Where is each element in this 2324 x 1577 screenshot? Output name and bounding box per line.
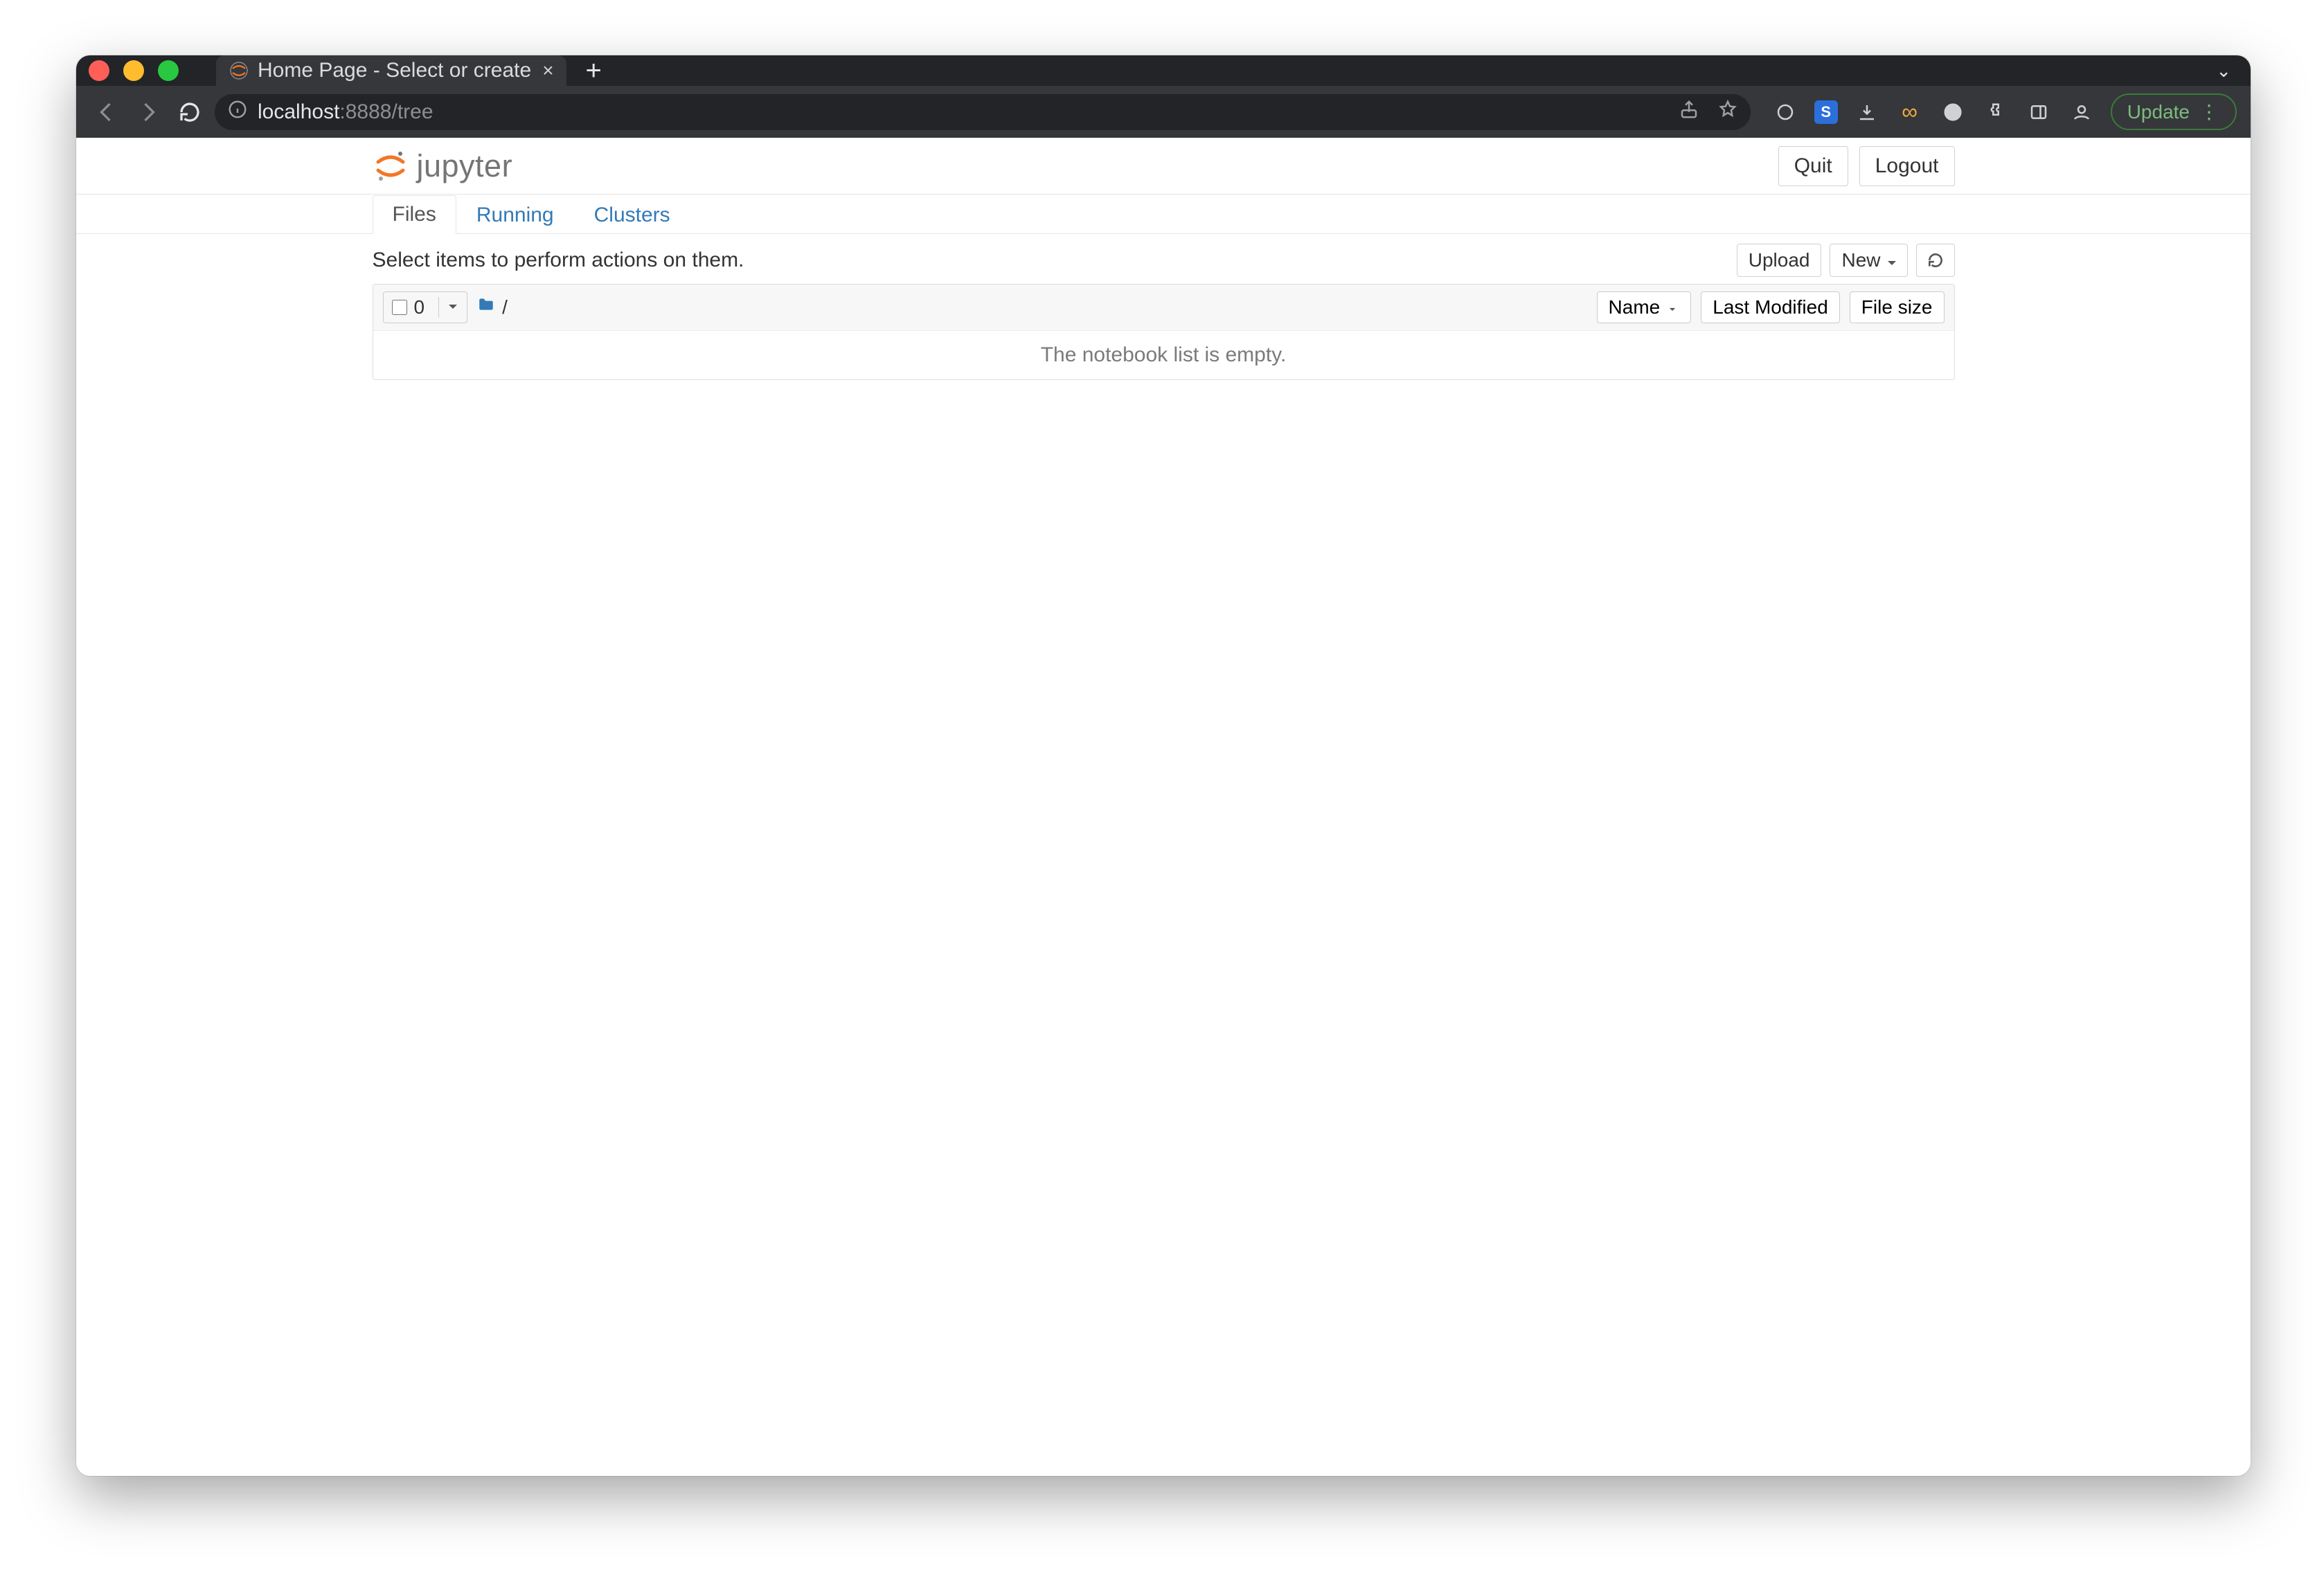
jupyter-header: jupyter Quit Logout [76, 138, 2251, 195]
file-list-header: 0 / Name [373, 285, 1954, 330]
browser-window: Home Page - Select or create × + ⌄ local… [76, 55, 2251, 1476]
url-text: localhost:8888/tree [258, 100, 433, 124]
close-tab-icon[interactable]: × [539, 61, 556, 80]
sort-size-label: File size [1861, 296, 1933, 318]
select-all-control[interactable]: 0 [383, 291, 468, 323]
tabs-menu-icon[interactable]: ⌄ [2216, 60, 2231, 82]
extension-icons: S ∞ Update ⋮ [1771, 93, 2237, 130]
new-tab-button[interactable]: + [586, 57, 602, 84]
quit-button[interactable]: Quit [1778, 146, 1848, 186]
browser-toolbar: localhost:8888/tree S ∞ Update ⋮ [76, 86, 2251, 138]
jupyter-logo[interactable]: jupyter [373, 148, 513, 184]
jupyter-logo-icon [373, 148, 409, 184]
maximize-window-icon[interactable] [158, 60, 179, 81]
jupyter-favicon-icon [229, 60, 249, 81]
back-button[interactable] [90, 96, 123, 129]
extension-icon-infinity[interactable]: ∞ [1896, 98, 1924, 126]
url-host: localhost [258, 100, 339, 123]
jupyter-tabs: Files Running Clusters [76, 195, 2251, 234]
chrome-menu-icon[interactable]: ⋮ [2199, 100, 2220, 123]
arrow-down-icon [1665, 300, 1679, 314]
update-label: Update [2127, 101, 2190, 123]
sort-name-button[interactable]: Name [1597, 291, 1692, 323]
sort-modified-button[interactable]: Last Modified [1701, 291, 1840, 323]
browser-tab[interactable]: Home Page - Select or create × [216, 55, 566, 86]
tab-files[interactable]: Files [373, 195, 456, 234]
url-path: :8888/tree [339, 100, 433, 123]
share-icon[interactable] [1679, 99, 1699, 125]
minimize-window-icon[interactable] [123, 60, 144, 81]
window-controls [89, 60, 179, 81]
extensions-puzzle-icon[interactable] [1982, 98, 2010, 126]
tab-title: Home Page - Select or create [258, 59, 531, 82]
refresh-icon [1927, 251, 1945, 269]
tab-clusters[interactable]: Clusters [574, 196, 690, 234]
page-content: jupyter Quit Logout Files Running Cluste… [76, 138, 2251, 1476]
bookmark-star-icon[interactable] [1717, 99, 1738, 125]
tab-running[interactable]: Running [456, 196, 574, 234]
side-panel-icon[interactable] [2025, 98, 2053, 126]
empty-list-message: The notebook list is empty. [373, 330, 1954, 379]
logout-button[interactable]: Logout [1859, 146, 1955, 186]
extension-icon-download[interactable] [1853, 98, 1881, 126]
breadcrumb[interactable]: / [477, 296, 508, 318]
new-menu-button[interactable]: New [1830, 244, 1907, 277]
select-menu-caret-icon[interactable] [438, 297, 467, 318]
files-panel: Select items to perform actions on them.… [373, 244, 1955, 380]
upload-button[interactable]: Upload [1737, 244, 1822, 277]
forward-button[interactable] [132, 96, 165, 129]
address-bar[interactable]: localhost:8888/tree [215, 94, 1751, 130]
selection-hint: Select items to perform actions on them. [373, 249, 744, 272]
breadcrumb-root: / [502, 296, 508, 318]
extension-icon-contrast[interactable] [1939, 98, 1967, 126]
refresh-button[interactable] [1916, 244, 1955, 277]
sort-name-label: Name [1609, 296, 1661, 318]
close-window-icon[interactable] [89, 60, 109, 81]
tab-strip: Home Page - Select or create × + ⌄ [76, 55, 2251, 86]
jupyter-logo-word: jupyter [417, 148, 513, 184]
site-info-icon[interactable] [227, 99, 248, 125]
extension-icon-s[interactable]: S [1814, 100, 1838, 124]
file-list-panel: 0 / Name [373, 284, 1955, 380]
update-button[interactable]: Update ⋮ [2111, 93, 2237, 130]
extension-icon-1[interactable] [1771, 98, 1799, 126]
selected-count: 0 [414, 296, 425, 318]
select-all-checkbox[interactable] [392, 300, 407, 315]
sort-modified-label: Last Modified [1713, 296, 1828, 318]
profile-avatar-icon[interactable] [2068, 98, 2095, 126]
reload-button[interactable] [173, 96, 206, 129]
folder-icon [477, 296, 495, 318]
sort-size-button[interactable]: File size [1850, 291, 1945, 323]
